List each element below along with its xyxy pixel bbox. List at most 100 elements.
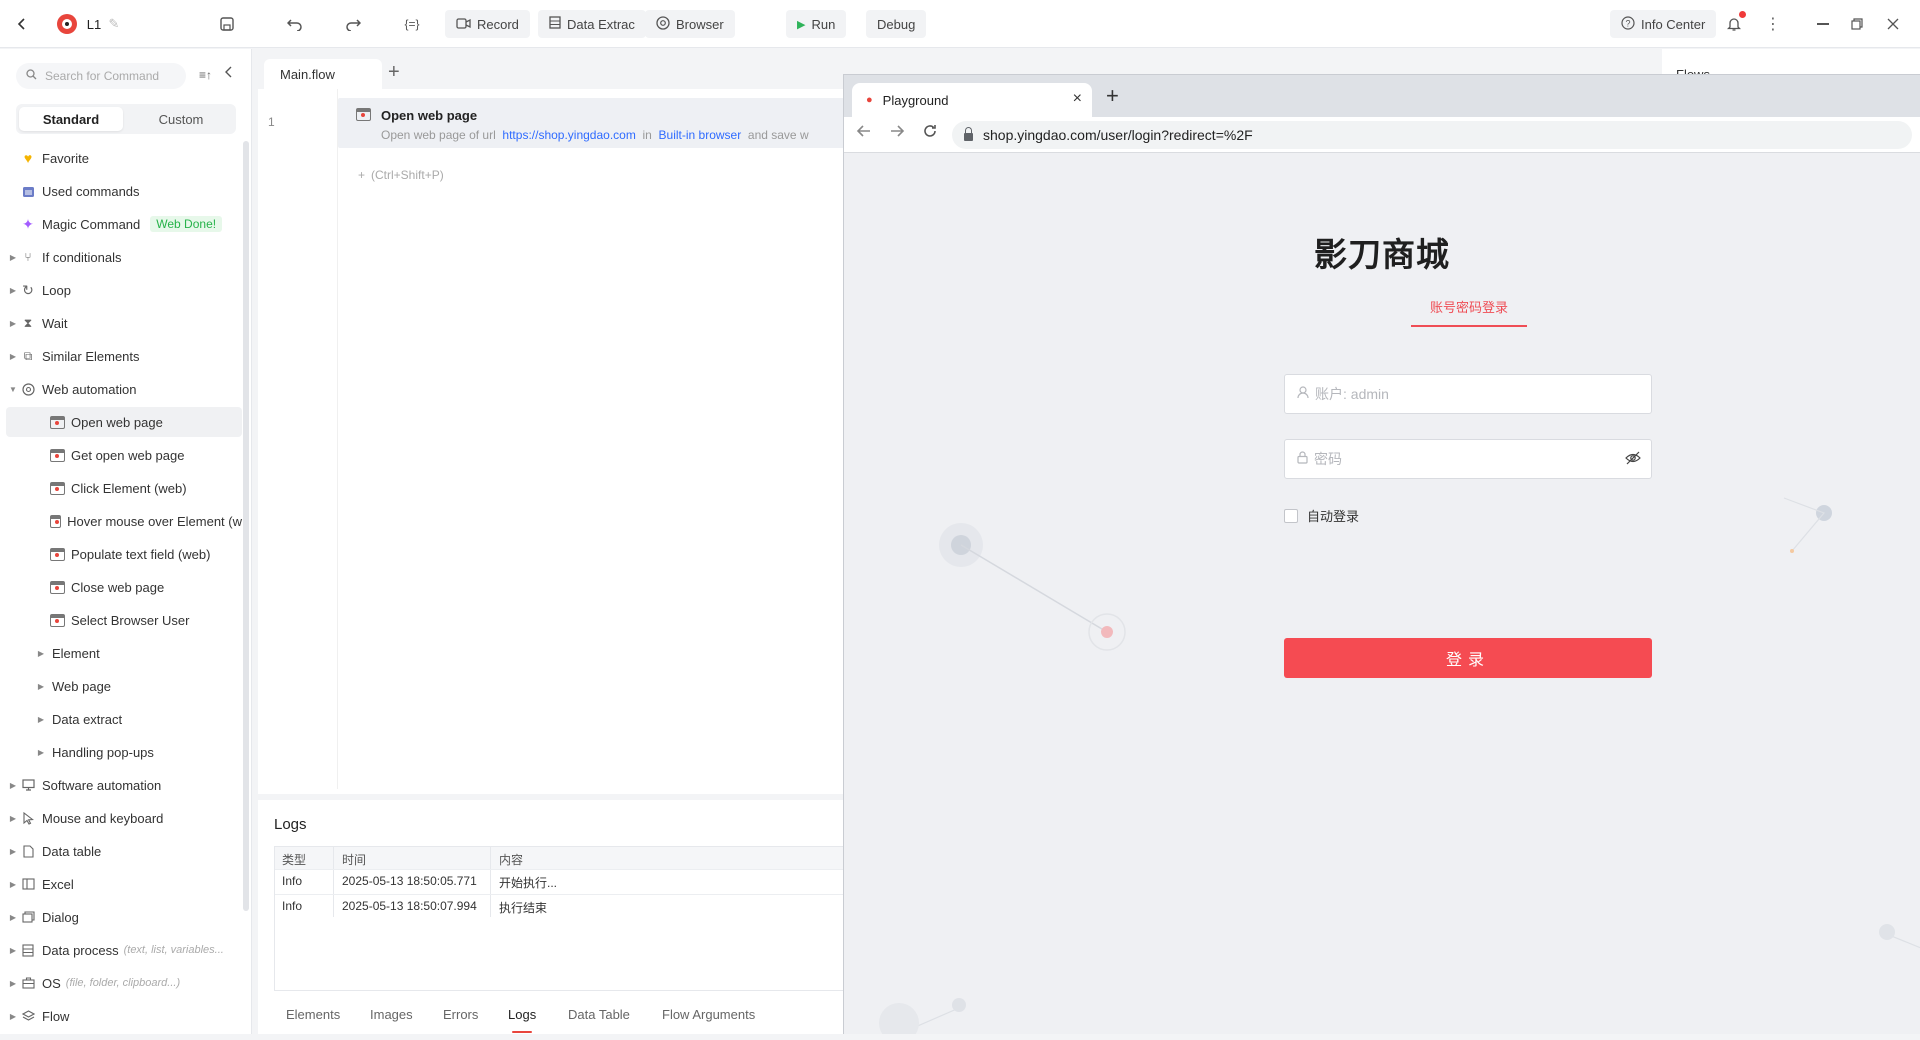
item-label: Mouse and keyboard <box>42 810 164 826</box>
monitor-icon <box>20 777 36 793</box>
click-icon <box>50 481 65 495</box>
browser-back-icon[interactable] <box>856 123 872 144</box>
tab-standard[interactable]: Standard <box>19 107 123 131</box>
tab-password-login[interactable]: 账号密码登录 <box>1411 297 1527 327</box>
notification-dot <box>1739 11 1746 18</box>
sidebar-item-software-automation[interactable]: ▶ Software automation <box>6 770 242 800</box>
back-icon[interactable] <box>10 0 34 48</box>
item-label: Open web page <box>71 414 163 430</box>
sidebar-item-select-browser-user[interactable]: Select Browser User <box>6 605 242 635</box>
sidebar-item-favorite[interactable]: ♥ Favorite <box>6 143 242 173</box>
sidebar-item-close-web-page[interactable]: Close web page <box>6 572 242 602</box>
tab-errors[interactable]: Errors <box>443 1007 478 1022</box>
sidebar-item-hover-mouse[interactable]: Hover mouse over Element (w <box>6 506 242 536</box>
sidebar-item-handling-popups[interactable]: ▶ Handling pop-ups <box>6 737 242 767</box>
checkbox-box[interactable] <box>1284 508 1298 523</box>
eye-off-icon[interactable] <box>1625 451 1641 468</box>
record-button[interactable]: Record <box>445 10 530 38</box>
sort-icon[interactable]: ≡↑ <box>199 68 212 82</box>
sidebar-item-similar-elements[interactable]: ▶ ⧉ Similar Elements <box>6 341 242 371</box>
edit-name-icon[interactable]: ✎ <box>106 0 122 48</box>
more-vertical-icon[interactable]: ⋮ <box>1764 0 1782 48</box>
item-label: Close web page <box>71 579 165 595</box>
globe-icon <box>20 381 36 397</box>
sidebar-item-if-conditionals[interactable]: ▶ ⑂ If conditionals <box>6 242 242 272</box>
cell-time: 2025-05-13 18:50:05.771 <box>342 874 477 888</box>
sidebar-item-os[interactable]: ▶ OS (file, folder, clipboard...) <box>6 968 242 998</box>
browser-tab-strip: ● Playground × + <box>844 75 1920 117</box>
sidebar-item-click-element-web[interactable]: Click Element (web) <box>6 473 242 503</box>
sidebar-item-data-extract[interactable]: ▶ Data extract <box>6 704 242 734</box>
sidebar-item-magic-command[interactable]: ✦ Magic Command Web Done! <box>6 209 242 239</box>
dialog-icon <box>20 909 36 925</box>
sidebar-item-excel[interactable]: ▶ Excel <box>6 869 242 899</box>
sidebar-item-mouse-keyboard[interactable]: ▶ Mouse and keyboard <box>6 803 242 833</box>
sidebar-item-data-table[interactable]: ▶ Data table <box>6 836 242 866</box>
item-label: Get open web page <box>71 447 185 463</box>
tab-custom[interactable]: Custom <box>129 107 233 131</box>
save-icon[interactable] <box>216 0 238 48</box>
builtin-browser-window: ● Playground × + shop.yingdao.com/user/l… <box>843 74 1920 1034</box>
excel-icon <box>20 876 36 892</box>
run-button[interactable]: ▶ Run <box>786 10 847 38</box>
step-desc-prefix: Open web page of url <box>381 128 496 142</box>
step-url-link[interactable]: https://shop.yingdao.com <box>502 128 635 142</box>
undo-icon[interactable] <box>284 0 306 48</box>
item-label: Dialog <box>42 909 79 925</box>
tab-data-table[interactable]: Data Table <box>568 1007 630 1022</box>
address-bar[interactable]: shop.yingdao.com/user/login?redirect=%2F <box>952 121 1912 149</box>
bell-icon[interactable] <box>1722 0 1746 48</box>
sidebar-item-open-web-page[interactable]: Open web page <box>6 407 242 437</box>
close-window-icon[interactable] <box>1882 0 1904 48</box>
item-label: Data extract <box>52 711 123 727</box>
sidebar-item-flow[interactable]: ▶ Flow <box>6 1001 242 1031</box>
item-hint: (text, list, variables... <box>123 944 224 956</box>
tab-main-flow[interactable]: Main.flow <box>264 59 382 89</box>
close-tab-icon[interactable]: × <box>1073 90 1082 108</box>
command-search-input[interactable]: Search for Command <box>16 63 186 89</box>
sidebar-item-loop[interactable]: ▶ ↻ Loop <box>6 275 242 305</box>
restore-icon[interactable] <box>1846 0 1868 48</box>
item-label: If conditionals <box>42 249 122 265</box>
plus-icon: + <box>358 168 366 182</box>
table-icon <box>549 16 561 32</box>
sidebar-item-data-process[interactable]: ▶ Data process (text, list, variables... <box>6 935 242 965</box>
browser-forward-icon[interactable] <box>889 123 905 144</box>
sidebar-item-web-automation[interactable]: ▼ Web automation <box>6 374 242 404</box>
sidebar-item-populate-text-field[interactable]: Populate text field (web) <box>6 539 242 569</box>
debug-button[interactable]: Debug <box>866 10 927 38</box>
collapse-panel-icon[interactable] <box>225 66 233 81</box>
sparkle-icon: ✦ <box>22 215 34 232</box>
tab-elements[interactable]: Elements <box>286 1007 340 1022</box>
tab-logs[interactable]: Logs <box>508 1007 536 1033</box>
account-input[interactable]: 账户: admin <box>1284 374 1652 414</box>
sidebar-item-used-commands[interactable]: Used commands <box>6 176 242 206</box>
sidebar-item-get-open-web-page[interactable]: Get open web page <box>6 440 242 470</box>
redo-icon[interactable] <box>342 0 364 48</box>
text-field-icon <box>50 547 65 561</box>
tab-flow-arguments[interactable]: Flow Arguments <box>662 1007 755 1022</box>
login-button[interactable]: 登录 <box>1284 638 1652 678</box>
new-tab-icon[interactable]: + <box>1106 83 1119 109</box>
sidebar-scrollbar[interactable] <box>243 141 249 911</box>
data-extract-button[interactable]: Data Extrac <box>538 10 646 38</box>
password-input[interactable]: 密码 <box>1284 439 1652 479</box>
minimize-icon[interactable] <box>1812 0 1834 48</box>
sidebar-item-wait[interactable]: ▶ ⧗ Wait <box>6 308 242 338</box>
sidebar-item-element[interactable]: ▶ Element <box>6 638 242 668</box>
copy-icon: ⧉ <box>23 348 33 363</box>
browser-button[interactable]: Browser <box>645 10 735 38</box>
info-center-button[interactable]: ? Info Center <box>1610 10 1717 38</box>
sidebar-item-web-page[interactable]: ▶ Web page <box>6 671 242 701</box>
browser-tab-playground[interactable]: ● Playground × <box>852 83 1092 117</box>
sidebar-item-dialog[interactable]: ▶ Dialog <box>6 902 242 932</box>
web-page-icon <box>50 415 65 429</box>
add-step-hint[interactable]: + (Ctrl+Shift+P) <box>358 168 444 182</box>
item-label: Web page <box>52 678 112 694</box>
variables-icon[interactable]: {=} <box>400 0 424 48</box>
auto-login-checkbox[interactable]: 自动登录 <box>1284 506 1359 525</box>
step-browser-link[interactable]: Built-in browser <box>659 128 742 142</box>
tab-images[interactable]: Images <box>370 1007 413 1022</box>
browser-reload-icon[interactable] <box>922 123 938 144</box>
add-tab-icon[interactable]: + <box>388 61 400 84</box>
